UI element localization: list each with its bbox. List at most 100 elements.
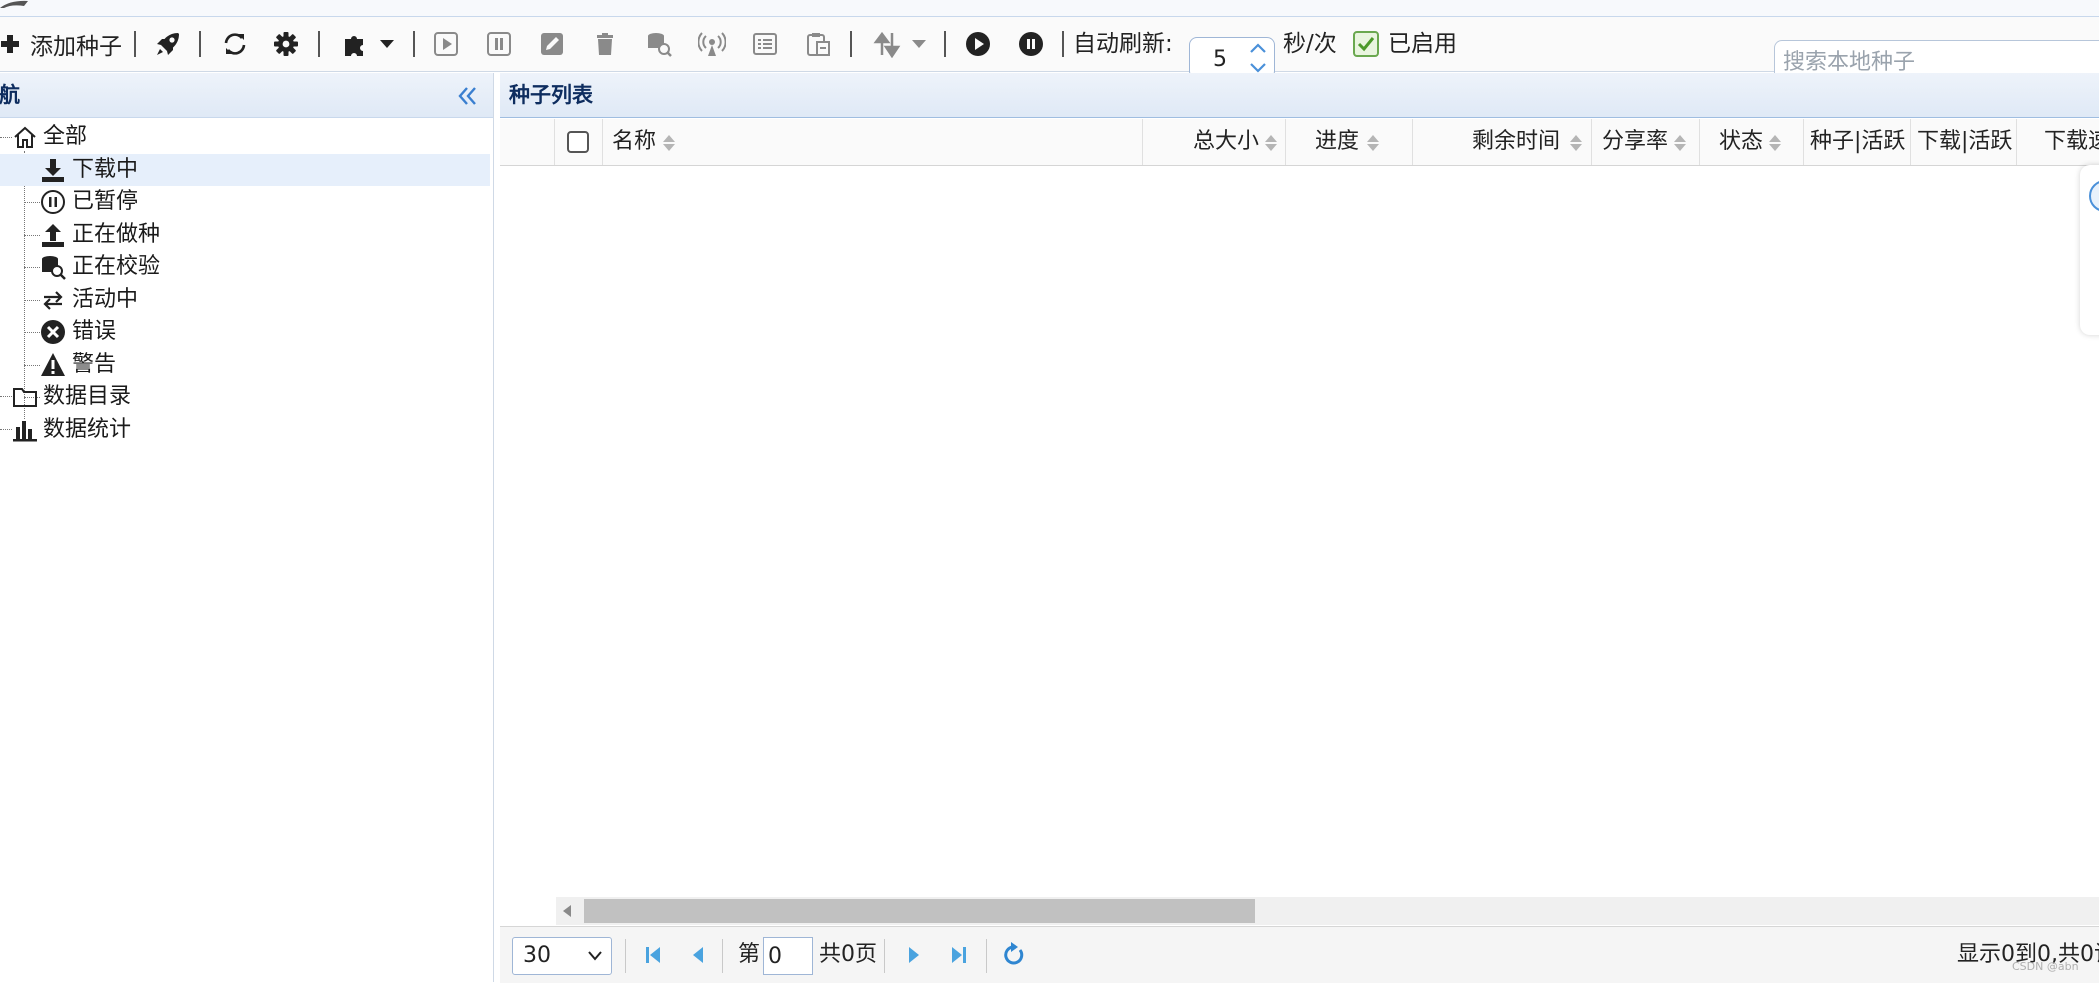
sort-icon	[663, 135, 675, 151]
rocket-button[interactable]	[153, 17, 183, 71]
nav-item-paused[interactable]: 已暂停	[0, 186, 490, 218]
reannounce-button[interactable]	[696, 17, 728, 71]
auto-refresh-label: 自动刷新:	[1073, 31, 1173, 57]
nav-item-warning[interactable]: 警告	[0, 349, 490, 381]
nav-item-checking[interactable]: 正在校验	[0, 251, 490, 283]
nav-item-statistics[interactable]: 数据统计	[0, 414, 490, 446]
nav-item-label: 数据统计	[43, 417, 132, 442]
current-page-input[interactable]	[763, 937, 813, 975]
start-torrent-button[interactable]	[431, 17, 461, 71]
toolbar-separator	[944, 31, 946, 57]
nav-item-label: 活动中	[72, 287, 139, 312]
nav-item-active[interactable]: 活动中	[0, 284, 490, 316]
column-header-ratio[interactable]: 分享率	[1592, 119, 1700, 165]
pager-separator	[884, 939, 885, 973]
enabled-label: 已启用	[1388, 31, 1457, 57]
column-label: 下载|活跃	[1917, 129, 2013, 154]
queue-menu-button[interactable]	[868, 17, 932, 71]
pause-all-button[interactable]	[1016, 17, 1046, 71]
chevron-down-icon	[588, 951, 602, 961]
column-label: 下载速	[2044, 129, 2099, 154]
floating-side-panel[interactable]	[2080, 165, 2099, 335]
column-header-total-size[interactable]: 总大小	[1143, 119, 1286, 165]
nav-item-label: 正在校验	[72, 254, 161, 279]
sync-icon	[224, 33, 246, 55]
column-label: 进度	[1315, 129, 1360, 154]
column-header-status[interactable]: 状态	[1700, 119, 1804, 165]
last-page-icon[interactable]	[945, 941, 973, 969]
column-header-seeds-active[interactable]: 种子|活跃	[1804, 119, 1911, 165]
page-size-select[interactable]: 30	[512, 937, 612, 975]
reload-icon[interactable]	[999, 941, 1027, 969]
toolbar-separator	[199, 31, 201, 57]
first-page-icon[interactable]	[639, 941, 667, 969]
page-prefix-label: 第	[738, 942, 761, 967]
gear-icon	[274, 32, 298, 56]
delete-torrent-button[interactable]	[590, 17, 620, 71]
nav-item-all[interactable]: 全部	[0, 121, 490, 153]
nav-item-downloading[interactable]: 下载中	[0, 154, 490, 186]
nav-item-data-directory[interactable]: 数据目录	[0, 381, 490, 413]
navigation-header: 导航	[0, 73, 493, 118]
scroll-left-arrow-icon[interactable]	[560, 903, 574, 919]
bar-chart-icon	[12, 417, 38, 443]
pause-circle-icon	[40, 189, 66, 215]
horizontal-scrollbar[interactable]	[556, 897, 2099, 925]
puzzle-icon	[345, 36, 363, 56]
toolbar-separator	[850, 31, 852, 57]
pause-torrent-button[interactable]	[484, 17, 514, 71]
collapse-panel-icon[interactable]	[455, 83, 481, 109]
column-label: 分享率	[1602, 129, 1669, 154]
window-top-strip	[0, 0, 2099, 17]
add-torrent-button[interactable]: 添加种子	[0, 17, 130, 71]
torrent-list-header: 种子列表	[500, 73, 2099, 118]
recheck-torrent-button[interactable]	[643, 17, 675, 71]
plus-icon	[1, 35, 19, 53]
previous-page-icon[interactable]	[684, 941, 712, 969]
column-label: 总大小	[1192, 129, 1259, 154]
toolbar: 添加种子 自动刷新: 5 秒/次 已启用 搜索本地种子	[0, 17, 2099, 82]
column-header-progress[interactable]: 进度	[1286, 119, 1413, 165]
column-label: 剩余时间	[1471, 129, 1560, 154]
start-all-button[interactable]	[963, 17, 993, 71]
add-torrent-label: 添加种子	[30, 34, 122, 60]
database-search-icon	[40, 254, 66, 280]
nav-item-error[interactable]: 错误	[0, 316, 490, 348]
next-page-icon[interactable]	[900, 941, 928, 969]
assistant-icon	[2089, 181, 2099, 211]
total-pages-label: 共0页	[819, 942, 877, 967]
scrollbar-thumb[interactable]	[584, 899, 1255, 923]
plugins-menu-button[interactable]	[334, 17, 402, 71]
spinner-up-icon[interactable]	[1248, 41, 1268, 55]
torrent-list-title: 种子列表	[509, 83, 593, 107]
refresh-button[interactable]	[219, 17, 251, 71]
caret-down-icon	[912, 40, 926, 48]
column-header-name[interactable]: 名称	[603, 119, 1143, 165]
select-all-column-header	[555, 119, 603, 165]
torrent-details-button[interactable]	[749, 17, 781, 71]
records-summary: 显示0到0,共0记	[1957, 942, 2099, 967]
row-number-column-header	[500, 119, 555, 165]
torrent-list-panel: 种子列表 名称 总大小 进度 剩余时间 分享率 状态 种子|活跃 下载|活跃 下…	[500, 73, 2099, 983]
navigation-title: 导航	[0, 83, 20, 107]
nav-item-label: 全部	[43, 124, 88, 149]
copy-paste-button[interactable]	[802, 17, 834, 71]
navigation-panel: 导航 全部 下载中 已暂停 正在做种	[0, 73, 494, 982]
warning-icon	[40, 352, 66, 378]
nav-item-seeding[interactable]: 正在做种	[0, 219, 490, 251]
column-header-download-speed[interactable]: 下载速	[2017, 119, 2099, 165]
select-all-checkbox[interactable]	[567, 131, 589, 153]
column-header-peers-active[interactable]: 下载|活跃	[1911, 119, 2017, 165]
toolbar-separator	[134, 31, 136, 57]
checkbox-checked-icon	[1353, 31, 1379, 57]
grid-body	[500, 166, 2099, 969]
error-icon	[40, 319, 66, 345]
auto-refresh-checkbox[interactable]	[1353, 31, 1379, 57]
column-header-remaining-time[interactable]: 剩余时间	[1413, 119, 1592, 165]
home-icon	[12, 124, 38, 150]
settings-button[interactable]	[270, 17, 302, 71]
pager-separator	[625, 939, 626, 973]
grid-header: 名称 总大小 进度 剩余时间 分享率 状态 种子|活跃 下载|活跃 下载	[500, 119, 2099, 166]
edit-torrent-button[interactable]	[537, 17, 567, 71]
column-label: 种子|活跃	[1810, 129, 1906, 154]
